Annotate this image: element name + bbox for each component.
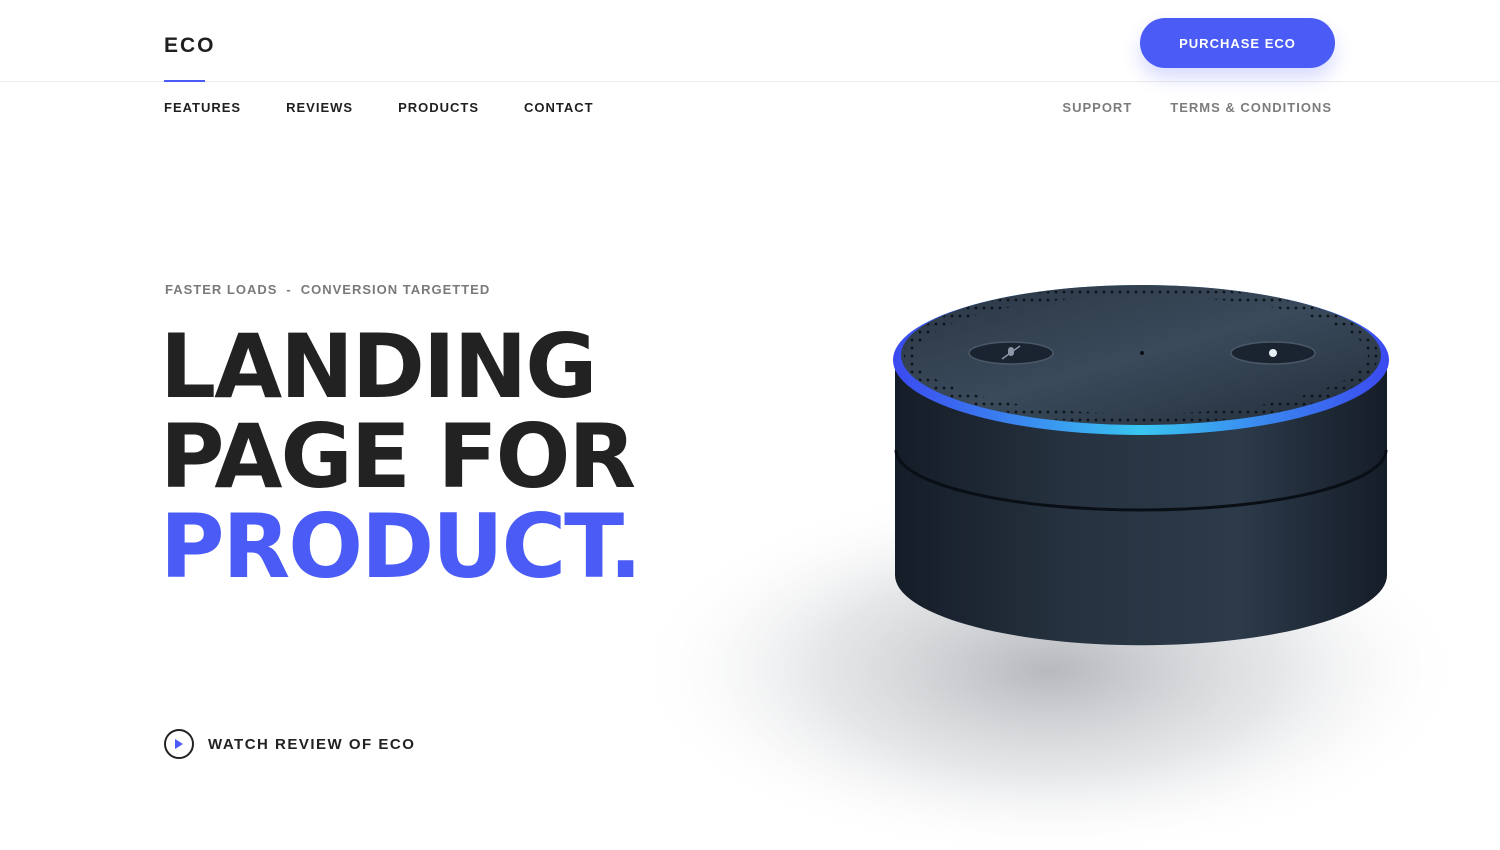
watch-review-link[interactable]: WATCH REVIEW OF ECO bbox=[164, 729, 415, 759]
nav-item-support[interactable]: SUPPORT bbox=[1062, 100, 1132, 115]
status-led bbox=[1140, 351, 1144, 355]
action-button-icon bbox=[1230, 341, 1316, 365]
hero-tagline: FASTER LOADS - CONVERSION TARGETTED bbox=[165, 282, 490, 297]
top-bar: ECO PURCHASE ECO bbox=[0, 0, 1500, 82]
nav-item-contact[interactable]: CONTACT bbox=[524, 100, 594, 115]
logo[interactable]: ECO bbox=[164, 34, 216, 58]
play-icon[interactable] bbox=[164, 729, 194, 759]
nav-item-products[interactable]: PRODUCTS bbox=[398, 100, 479, 115]
nav-item-features[interactable]: FEATURES bbox=[164, 100, 241, 115]
logo-underline bbox=[164, 80, 205, 82]
hero-headline: LANDING PAGE FOR PRODUCT. bbox=[160, 315, 642, 598]
tagline-part-1: FASTER LOADS bbox=[165, 282, 278, 297]
watch-review-label[interactable]: WATCH REVIEW OF ECO bbox=[208, 736, 415, 753]
tagline-part-2: CONVERSION TARGETTED bbox=[300, 282, 491, 297]
tagline-separator: - bbox=[286, 282, 292, 297]
microphone-icon bbox=[968, 341, 1054, 365]
nav-item-reviews[interactable]: REVIEWS bbox=[286, 100, 353, 115]
purchase-button[interactable]: PURCHASE ECO bbox=[1140, 18, 1335, 68]
nav-item-terms[interactable]: TERMS & CONDITIONS bbox=[1170, 100, 1332, 115]
landing-page: ECO PURCHASE ECO FEATURES REVIEWS PRODUC… bbox=[0, 0, 1500, 850]
headline-line-1: LANDING bbox=[160, 315, 598, 418]
headline-line-2: PAGE FOR bbox=[160, 405, 636, 508]
headline-line-3: PRODUCT. bbox=[160, 495, 642, 598]
secondary-nav: SUPPORT TERMS & CONDITIONS bbox=[1062, 100, 1332, 115]
product-image bbox=[630, 285, 1470, 850]
primary-nav: FEATURES REVIEWS PRODUCTS CONTACT bbox=[164, 100, 594, 115]
